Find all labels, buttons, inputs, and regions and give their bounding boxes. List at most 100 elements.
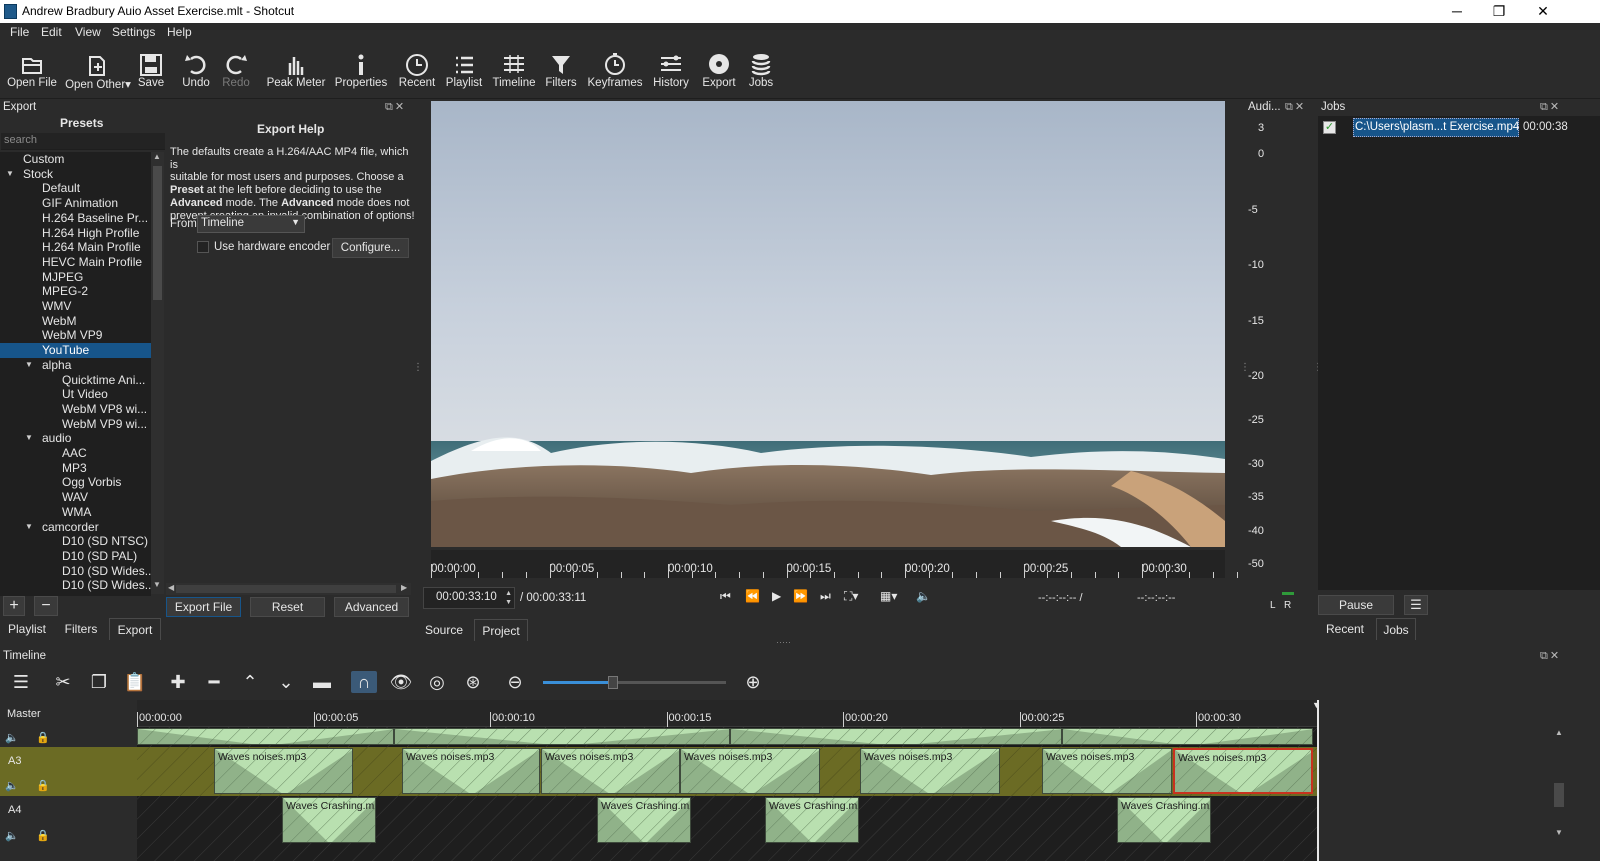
jobs-menu-icon[interactable]: ☰ — [1404, 595, 1428, 615]
play-icon[interactable]: ▶ — [772, 589, 781, 603]
peak-meter-button[interactable]: Peak Meter — [266, 45, 326, 97]
export-file-button[interactable]: Export File — [166, 597, 241, 617]
timeline-scroll-thumb[interactable] — [1554, 783, 1564, 807]
menu-help[interactable]: Help — [167, 25, 192, 39]
mute-icon[interactable]: 🔈 — [5, 829, 19, 842]
timecode-spinbox[interactable]: 00:00:33:10 ▲ ▼ — [423, 587, 515, 609]
track-a3-header[interactable]: A3 🔈 🔒 — [0, 747, 137, 796]
preset-search-input[interactable]: search — [1, 133, 165, 150]
timeline-clip[interactable] — [137, 728, 394, 745]
timeline-dock-buttons[interactable]: ⧉✕ — [1540, 649, 1561, 663]
timeline-clip[interactable]: Waves noises.mp3 — [860, 748, 1000, 794]
advanced-button[interactable]: Advanced — [334, 597, 409, 617]
scrub-icon[interactable]: 👁 — [388, 671, 414, 693]
from-select[interactable]: Timeline ▼ — [197, 215, 305, 233]
timeline-vscrollbar[interactable]: ▲ ▼ — [1552, 728, 1566, 858]
help-hscroll-thumb[interactable] — [176, 585, 396, 593]
preset-item[interactable]: HEVC Main Profile — [0, 255, 151, 270]
zoom-slider[interactable] — [543, 676, 726, 689]
timeline-clip[interactable]: Waves noises.mp3 — [1173, 748, 1313, 794]
preset-item[interactable]: H.264 Main Profile — [0, 240, 151, 255]
jobs-button[interactable]: Jobs — [744, 45, 778, 97]
timeline-clip[interactable]: Waves noises.mp3 — [541, 748, 680, 794]
timeline-tracks[interactable]: 00:00:00 00:00:05 00:00:10 00:00:15 00:00:20… — [137, 700, 1319, 861]
append-icon[interactable]: ✚ — [165, 671, 191, 693]
playhead[interactable] — [1317, 700, 1319, 861]
minimize-button[interactable]: ─ — [1434, 0, 1480, 23]
preset-item[interactable]: MJPEG — [0, 270, 151, 285]
scroll-up-arrow-icon[interactable]: ▲ — [1555, 728, 1563, 737]
preset-item[interactable]: ▼ Stock — [0, 167, 151, 182]
ripple-delete-icon[interactable]: ━ — [201, 671, 227, 693]
lift-icon[interactable]: ⌃ — [237, 671, 263, 693]
maximize-button[interactable]: ❐ — [1476, 0, 1522, 23]
preset-item[interactable]: D10 (SD Wides... — [0, 578, 151, 593]
timeline-clip[interactable]: Waves noises.mp3 — [1042, 748, 1172, 794]
preset-item[interactable]: H.264 High Profile — [0, 226, 151, 241]
pause-button[interactable]: Pause — [1318, 595, 1394, 615]
preset-item[interactable]: D10 (SD PAL) — [0, 549, 151, 564]
preset-item[interactable]: D10 (SD NTSC) — [0, 534, 151, 549]
expand-arrow-icon[interactable]: ▼ — [25, 431, 33, 445]
fast-forward-icon[interactable]: ⏩ — [793, 589, 808, 603]
overwrite-icon[interactable]: ⌄ — [273, 671, 299, 693]
zoom-out-icon[interactable]: ⊖ — [502, 671, 528, 693]
timeline-menu-icon[interactable]: ☰ — [8, 671, 34, 693]
hw-encoder-checkbox[interactable] — [197, 241, 209, 253]
spin-arrows-icon[interactable]: ▲ ▼ — [505, 589, 512, 607]
preset-item[interactable]: AAC — [0, 446, 151, 461]
preset-item[interactable]: GIF Animation — [0, 196, 151, 211]
reset-button[interactable]: Reset — [250, 597, 325, 617]
zoom-in-icon[interactable]: ⊕ — [740, 671, 766, 693]
copy-icon[interactable]: ❐ — [86, 671, 112, 693]
jobs-dock-buttons[interactable]: ⧉✕ — [1540, 100, 1561, 114]
preset-item[interactable]: WMA — [0, 505, 151, 520]
timeline-clip[interactable]: Waves Crashing.mp — [765, 797, 859, 843]
playlist-button[interactable]: Playlist — [444, 45, 484, 97]
grid-icon[interactable]: ▦▾ — [880, 589, 897, 603]
tab-filters[interactable]: Filters — [56, 618, 106, 640]
zoom-slider-handle[interactable] — [607, 676, 618, 689]
scroll-down-arrow-icon[interactable]: ▼ — [153, 580, 161, 589]
preset-tree[interactable]: Custom ▼ Stock Default GIF Animation H.264 Ba… — [0, 152, 151, 596]
job-item[interactable]: C:\Users\plasm...t Exercise.mp4 — [1353, 118, 1519, 137]
open-file-button[interactable]: Open File — [6, 45, 58, 97]
preset-scrollbar-thumb[interactable] — [153, 166, 162, 300]
timeline-clip[interactable]: Waves noises.mp3 — [680, 748, 820, 794]
scroll-up-arrow-icon[interactable]: ▲ — [153, 152, 161, 161]
menu-settings[interactable]: Settings — [112, 25, 155, 39]
open-other-button[interactable]: Open Other▾ — [64, 45, 132, 97]
close-button[interactable]: ✕ — [1520, 0, 1566, 23]
preset-item[interactable]: ▼ camcorder — [0, 520, 151, 535]
expand-arrow-icon[interactable]: ▼ — [6, 167, 14, 181]
timeline-clip[interactable]: Waves Crashing.mp — [1117, 797, 1211, 843]
preset-item[interactable]: WebM VP9 — [0, 328, 151, 343]
tab-export[interactable]: Export — [109, 618, 161, 640]
tab-project[interactable]: Project — [474, 619, 528, 641]
splitter-handle[interactable]: ⋮ — [1240, 362, 1250, 373]
export-dock-buttons[interactable]: ⧉✕ — [385, 100, 406, 114]
keyframes-button[interactable]: Keyframes — [586, 45, 644, 97]
menu-edit[interactable]: Edit — [41, 25, 62, 39]
playhead-marker-icon[interactable]: ▼ — [1312, 700, 1319, 710]
timeline-clip[interactable]: Waves Crashing.mp — [597, 797, 691, 843]
skip-previous-icon[interactable]: ⏮ — [720, 589, 731, 604]
scroll-down-arrow-icon[interactable]: ▼ — [1555, 828, 1563, 837]
timeline-button[interactable]: Timeline — [490, 45, 538, 97]
preset-item[interactable]: Quicktime Ani... — [0, 373, 151, 388]
recent-button[interactable]: Recent — [396, 45, 438, 97]
preset-item[interactable]: ▼ alpha — [0, 358, 151, 373]
timeline-clip[interactable] — [394, 728, 730, 745]
ripple-all-icon[interactable]: ⊛ — [460, 671, 486, 693]
remove-preset-button[interactable]: − — [34, 596, 58, 616]
timeline-clip[interactable]: Waves noises.mp3 — [402, 748, 540, 794]
splitter-handle[interactable]: ⋮ — [413, 362, 423, 373]
expand-arrow-icon[interactable]: ▼ — [25, 520, 33, 534]
help-hscrollbar[interactable]: ◀ ▶ — [166, 583, 411, 595]
preset-item[interactable]: H.264 Baseline Pr... — [0, 211, 151, 226]
zoom-fit-icon[interactable]: ⛶▾ — [844, 589, 858, 604]
add-preset-button[interactable]: + — [3, 596, 25, 616]
timeline-clip[interactable]: Waves Crashing.mp — [282, 797, 376, 843]
tab-playlist[interactable]: Playlist — [1, 618, 53, 640]
skip-next-icon[interactable]: ⏭ — [820, 589, 831, 604]
